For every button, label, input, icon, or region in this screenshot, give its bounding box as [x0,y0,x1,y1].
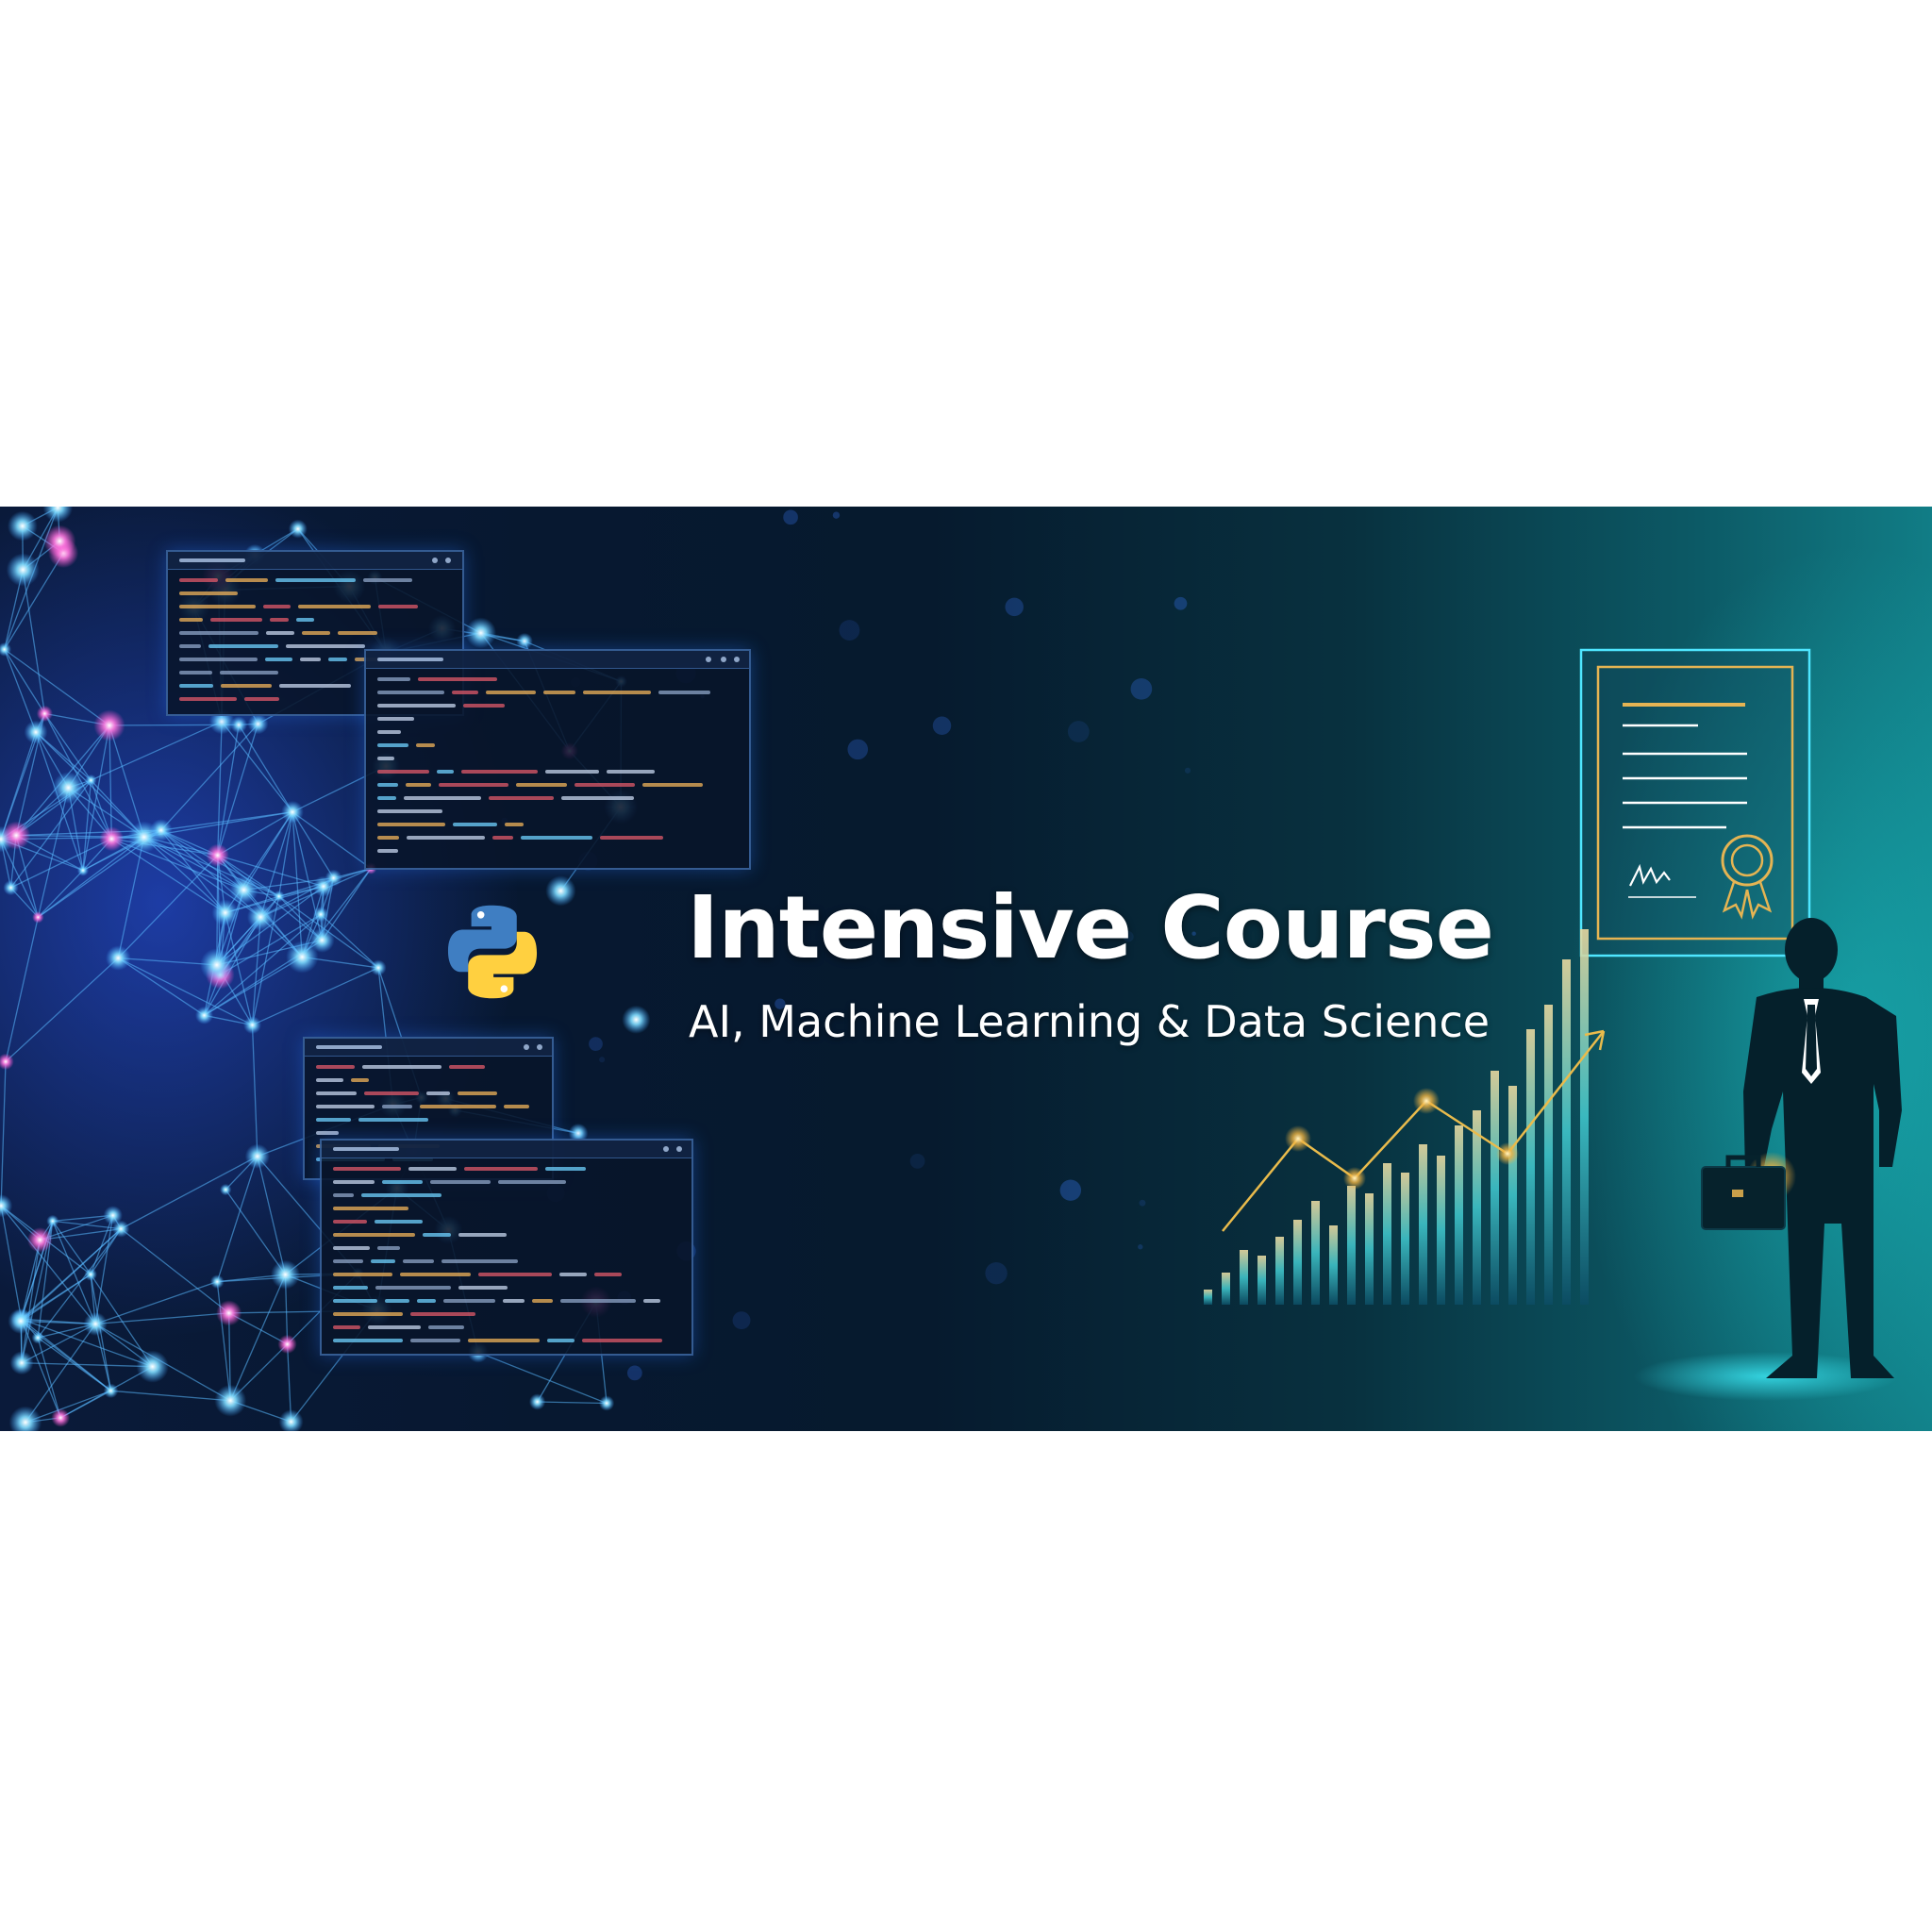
chart-bar [1491,1071,1499,1305]
chart-bar [1240,1250,1248,1305]
growth-chart-icon [1204,929,1589,1305]
chart-bar [1293,1220,1302,1305]
chart-bar [1347,1186,1356,1305]
chart-bar [1419,1144,1427,1305]
chart-bar [1383,1163,1391,1305]
chart-bar [1562,959,1571,1305]
chart-bar [1544,1005,1553,1305]
course-banner: Intensive Course AI, Machine Learning & … [0,507,1932,1431]
chart-bar [1437,1156,1445,1305]
chart-bar [1275,1237,1284,1305]
chart-bar [1580,929,1589,1305]
chart-bar [1311,1201,1320,1305]
chart-bar [1329,1225,1338,1305]
chart-bar [1204,1290,1212,1305]
chart-bar [1365,1193,1374,1305]
chart-bar [1473,1110,1481,1305]
chart-bar [1455,1125,1463,1305]
chart-bar [1508,1086,1517,1305]
certificate-icon [1579,648,1811,958]
chart-bar [1401,1173,1409,1305]
chart-bar [1222,1273,1230,1305]
businessman-silhouette [1743,918,1902,1378]
right-illustration [1204,648,1902,1401]
chart-bar [1526,1029,1535,1305]
chart-bar [1257,1256,1266,1305]
